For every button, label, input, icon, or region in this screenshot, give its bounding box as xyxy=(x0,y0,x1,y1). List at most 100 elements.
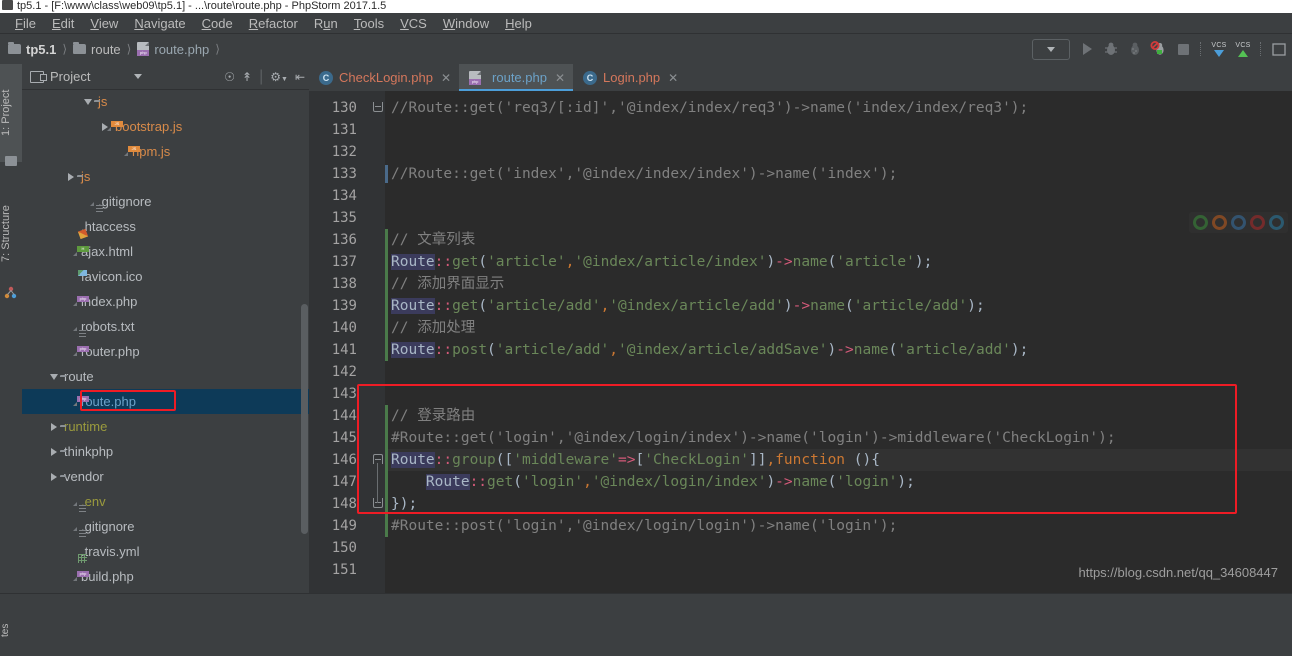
menu-item-refactor[interactable]: Refactor xyxy=(241,15,306,32)
edge-icon[interactable] xyxy=(1269,215,1284,230)
chevron-right-icon[interactable] xyxy=(47,472,60,481)
code-line[interactable]: #Route::post('login','@index/login/login… xyxy=(391,515,897,537)
breadcrumb-item-route[interactable]: route xyxy=(73,42,121,57)
editor-tabs: C CheckLogin.php ✕ route.php ✕ C Login.php ✕ xyxy=(309,64,1292,92)
code-line[interactable]: Route::post('article/add','@index/articl… xyxy=(391,339,1028,361)
tool-tab-project[interactable]: 1: Project xyxy=(0,64,22,162)
code-fold-icon[interactable] xyxy=(373,102,383,112)
chevron-down-icon[interactable] xyxy=(81,98,94,105)
collapse-all-icon[interactable]: ↟ xyxy=(242,71,252,83)
chevron-down-icon[interactable] xyxy=(134,74,143,79)
code-editor[interactable]: 130 //Route::get('req3/[:id]','@index/ind… xyxy=(309,91,1292,594)
code-line[interactable]: // 登录路由 xyxy=(391,405,475,427)
line-number: 132 xyxy=(331,144,357,160)
vcs-change-marker[interactable] xyxy=(385,405,388,537)
code-line[interactable]: }); xyxy=(391,493,417,515)
code-fold-icon[interactable] xyxy=(373,498,383,508)
settings-button[interactable] xyxy=(1268,38,1290,60)
code-line[interactable]: Route::get('article/add','@index/article… xyxy=(391,295,985,317)
browser-preview-popup[interactable] xyxy=(1189,212,1288,233)
breadcrumb-item-file[interactable]: route.php xyxy=(137,42,209,57)
chrome-icon[interactable] xyxy=(1193,215,1208,230)
editor-tab-checklogin-php[interactable]: C CheckLogin.php ✕ xyxy=(309,64,459,91)
tool-tab-structure[interactable]: 7: Structure xyxy=(0,176,22,292)
vcs-update-button[interactable]: VCS xyxy=(1208,42,1230,57)
menu-item-file[interactable]: File xyxy=(7,15,44,32)
chevron-right-icon[interactable] xyxy=(64,172,77,181)
menu-item-vcs[interactable]: VCS xyxy=(392,15,435,32)
vcs-change-marker[interactable] xyxy=(385,165,388,183)
code-line[interactable]: // 文章列表 xyxy=(391,229,475,251)
firefox-icon[interactable] xyxy=(1212,215,1227,230)
stop-button[interactable] xyxy=(1172,38,1194,60)
tree-item[interactable]: favicon.ico xyxy=(22,264,309,289)
code-line[interactable]: #Route::get('login','@index/login/index'… xyxy=(391,427,1116,449)
code-line[interactable]: //Route::get('req3/[:id]','@index/index/… xyxy=(391,97,1028,119)
tree-item[interactable]: Hajax.html xyxy=(22,239,309,264)
tree-item[interactable]: php build.php xyxy=(22,564,309,589)
tree-item[interactable]: route xyxy=(22,364,309,389)
menu-item-navigate[interactable]: Navigate xyxy=(126,15,193,32)
target-icon[interactable]: ☉ xyxy=(224,71,235,83)
close-icon[interactable]: ✕ xyxy=(441,71,451,85)
debug-button[interactable] xyxy=(1100,38,1122,60)
menu-item-edit[interactable]: Edit xyxy=(44,15,82,32)
tree-item[interactable]: vendor xyxy=(22,464,309,489)
breadcrumb-item-project[interactable]: tp5.1 xyxy=(8,42,56,57)
menu-item-code[interactable]: Code xyxy=(194,15,241,32)
opera-icon[interactable] xyxy=(1250,215,1265,230)
tree-item[interactable]: js xyxy=(22,164,309,189)
tree-item[interactable]: thinkphp xyxy=(22,439,309,464)
project-file-tree[interactable]: js JS bootstrap.js JS npm.js js .gitignore .hta… xyxy=(22,89,309,594)
tree-item[interactable]: JS npm.js xyxy=(22,139,309,164)
tree-item-label: favicon.ico xyxy=(81,269,143,284)
tree-item[interactable]: JS bootstrap.js xyxy=(22,114,309,139)
tree-item[interactable]: .travis.yml xyxy=(22,539,309,564)
vcs-update-label: VCS xyxy=(1211,41,1227,49)
code-line[interactable]: // 添加处理 xyxy=(391,317,475,339)
tree-item[interactable]: runtime xyxy=(22,414,309,439)
php-file-icon xyxy=(137,42,150,56)
menu-item-window[interactable]: Window xyxy=(435,15,497,32)
menu-item-help[interactable]: Help xyxy=(497,15,540,32)
run-button[interactable] xyxy=(1076,38,1098,60)
tree-item[interactable]: .gitignore xyxy=(22,189,309,214)
editor-tab-route-php[interactable]: route.php ✕ xyxy=(459,64,574,91)
vcs-commit-button[interactable]: VCS xyxy=(1232,42,1254,57)
tree-item[interactable]: robots.txt xyxy=(22,314,309,339)
tree-item[interactable]: php router.php xyxy=(22,339,309,364)
tree-item-selected[interactable]: php route.php xyxy=(22,389,309,414)
code-fold-icon[interactable] xyxy=(373,454,383,464)
code-line[interactable]: // 添加界面显示 xyxy=(391,273,504,295)
stop-debug-button[interactable] xyxy=(1148,38,1170,60)
menu-item-run[interactable]: Run xyxy=(306,15,346,32)
safari-icon[interactable] xyxy=(1231,215,1246,230)
toolbar-divider xyxy=(1200,42,1202,56)
hide-icon[interactable]: ⇤ xyxy=(295,71,305,83)
menu-item-tools[interactable]: Tools xyxy=(346,15,392,32)
code-line[interactable]: Route::get('login','@index/login/index')… xyxy=(391,471,915,493)
close-icon[interactable]: ✕ xyxy=(668,71,678,85)
menu-item-view[interactable]: View xyxy=(82,15,126,32)
tree-item[interactable]: .htaccess xyxy=(22,214,309,239)
tree-item[interactable]: php index.php xyxy=(22,289,309,314)
tool-tab-favorites[interactable]: tes xyxy=(0,604,22,656)
editor-tab-login-php[interactable]: C Login.php ✕ xyxy=(573,64,686,91)
chevron-right-icon[interactable] xyxy=(47,422,60,431)
tree-item[interactable]: .gitignore xyxy=(22,514,309,539)
tree-item[interactable]: js xyxy=(22,89,309,114)
project-scrollbar[interactable] xyxy=(301,304,308,534)
vcs-change-marker[interactable] xyxy=(385,229,388,361)
code-line[interactable]: //Route::get('index','@index/index/index… xyxy=(391,163,897,185)
chevron-down-icon[interactable] xyxy=(47,373,60,380)
code-line[interactable]: Route::get('article','@index/article/ind… xyxy=(391,251,932,273)
run-configurations-dropdown[interactable] xyxy=(1032,38,1070,60)
chevron-right-icon[interactable] xyxy=(47,447,60,456)
tree-item[interactable]: .env xyxy=(22,489,309,514)
coverage-button[interactable] xyxy=(1124,38,1146,60)
code-line[interactable]: Route::group(['middleware'=>['CheckLogin… xyxy=(391,449,880,471)
gear-icon[interactable]: ⚙▼ xyxy=(270,71,288,83)
breadcrumb-label: route xyxy=(91,41,121,57)
close-icon[interactable]: ✕ xyxy=(555,71,565,85)
code-folding-gutter[interactable] xyxy=(371,91,385,594)
